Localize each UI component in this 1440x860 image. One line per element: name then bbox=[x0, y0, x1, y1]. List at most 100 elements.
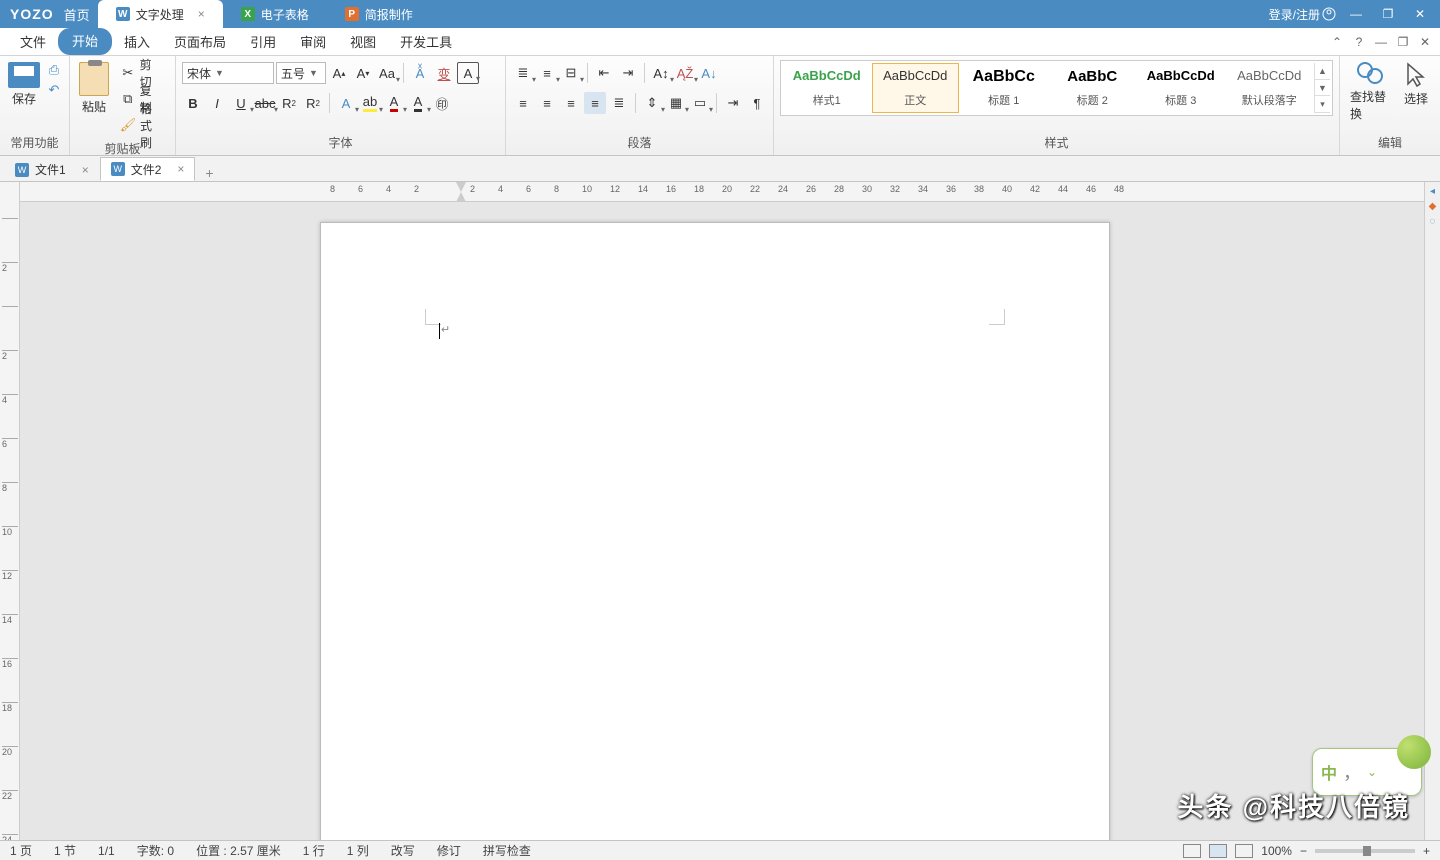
undo-icon[interactable]: ↶ bbox=[46, 82, 62, 98]
style-标题 1[interactable]: AaBbCc标题 1 bbox=[960, 63, 1048, 113]
view-web-layout-button[interactable] bbox=[1209, 844, 1227, 858]
text-direction-button[interactable]: A↕ bbox=[650, 62, 672, 84]
status-page[interactable]: 1 页 bbox=[10, 842, 32, 859]
login-link[interactable]: 登录/注册 bbox=[1269, 6, 1336, 23]
menu-页面布局[interactable]: 页面布局 bbox=[162, 28, 238, 55]
subscript-button[interactable]: R2 bbox=[278, 92, 300, 114]
cut-button[interactable]: ✂剪切 bbox=[116, 62, 167, 84]
font-name-combo[interactable]: 宋体▼ bbox=[182, 62, 274, 84]
align-right-button[interactable]: ≡ bbox=[560, 92, 582, 114]
save-button[interactable]: 保存 bbox=[6, 60, 42, 109]
borders-button[interactable]: ▭ bbox=[689, 92, 711, 114]
doc-tab-文件1[interactable]: W文件1× bbox=[4, 157, 100, 181]
italic-button[interactable]: I bbox=[206, 92, 228, 114]
first-line-indent-marker[interactable] bbox=[456, 182, 466, 192]
justify-button[interactable]: ≡ bbox=[584, 92, 606, 114]
collapse-ribbon-icon[interactable]: ⌃ bbox=[1328, 35, 1346, 49]
close-icon[interactable]: × bbox=[82, 163, 89, 177]
status-section[interactable]: 1 节 bbox=[54, 842, 76, 859]
doc-tab-文件2[interactable]: W文件2× bbox=[100, 157, 196, 181]
quick-print-icon[interactable]: ⎙ bbox=[46, 62, 62, 78]
app-tab-文字处理[interactable]: W文字处理× bbox=[98, 0, 223, 28]
text-effect-button[interactable]: A bbox=[335, 92, 357, 114]
app-tab-电子表格[interactable]: X电子表格 bbox=[223, 0, 327, 28]
inner-restore-icon[interactable]: ❐ bbox=[1394, 35, 1412, 49]
status-page-of[interactable]: 1/1 bbox=[98, 844, 115, 858]
zoom-in-button[interactable]: + bbox=[1423, 844, 1430, 858]
align-left-button[interactable]: ≡ bbox=[512, 92, 534, 114]
status-spell[interactable]: 拼写检查 bbox=[483, 842, 531, 859]
help-icon[interactable]: ? bbox=[1350, 35, 1368, 49]
bold-button[interactable]: B bbox=[182, 92, 204, 114]
close-icon[interactable]: × bbox=[177, 162, 184, 176]
highlight-button[interactable]: ab bbox=[359, 92, 381, 114]
char-border-button[interactable]: A bbox=[457, 62, 479, 84]
maximize-button[interactable]: ❐ bbox=[1376, 4, 1400, 24]
gallery-down-icon[interactable]: ▼ bbox=[1315, 80, 1330, 97]
status-col[interactable]: 1 列 bbox=[347, 842, 369, 859]
panel-option-icon[interactable]: ◌ bbox=[1430, 216, 1436, 227]
horizontal-ruler[interactable]: 8642246810121416182022242628303234363840… bbox=[20, 182, 1424, 202]
style-样式1[interactable]: AaBbCcDd样式1 bbox=[783, 63, 871, 113]
app-tab-简报制作[interactable]: P简报制作 bbox=[327, 0, 431, 28]
menu-开始[interactable]: 开始 bbox=[58, 28, 112, 55]
sort-button[interactable]: ĄŽ bbox=[674, 62, 696, 84]
panel-nav-icon[interactable]: ◆ bbox=[1429, 201, 1437, 212]
phonetic-button[interactable]: 变 bbox=[433, 62, 455, 84]
style-默认段落字[interactable]: AaBbCcDd默认段落字 bbox=[1226, 63, 1314, 113]
shading-button[interactable]: A bbox=[407, 92, 429, 114]
status-words[interactable]: 字数: 0 bbox=[137, 842, 174, 859]
line-spacing-button[interactable]: ⇕ bbox=[641, 92, 663, 114]
page[interactable] bbox=[320, 222, 1110, 840]
underline-button[interactable]: U bbox=[230, 92, 252, 114]
hanging-indent-marker[interactable] bbox=[456, 192, 466, 202]
status-track[interactable]: 修订 bbox=[437, 842, 461, 859]
indent-button[interactable]: ⇥ bbox=[617, 62, 639, 84]
tab-button[interactable]: ⇥ bbox=[722, 92, 744, 114]
new-doc-button[interactable]: + bbox=[195, 165, 223, 181]
style-正文[interactable]: AaBbCcDd正文 bbox=[872, 63, 960, 113]
status-row[interactable]: 1 行 bbox=[303, 842, 325, 859]
distribute-button[interactable]: ≣ bbox=[608, 92, 630, 114]
sort-asc-button[interactable]: A↓ bbox=[698, 62, 720, 84]
para-shading-button[interactable]: ▦ bbox=[665, 92, 687, 114]
inner-close-icon[interactable]: ✕ bbox=[1416, 35, 1434, 49]
menu-引用[interactable]: 引用 bbox=[238, 28, 288, 55]
change-case-button[interactable]: Aa bbox=[376, 62, 398, 84]
font-size-combo[interactable]: 五号▼ bbox=[276, 62, 326, 84]
shrink-font-button[interactable]: A▾ bbox=[352, 62, 374, 84]
style-标题 2[interactable]: AaBbC标题 2 bbox=[1049, 63, 1137, 113]
menu-文件[interactable]: 文件 bbox=[8, 28, 58, 55]
superscript-button[interactable]: R2 bbox=[302, 92, 324, 114]
view-outline-button[interactable] bbox=[1235, 844, 1253, 858]
multilevel-button[interactable]: ⊟ bbox=[560, 62, 582, 84]
font-color-button[interactable]: A bbox=[383, 92, 405, 114]
menu-开发工具[interactable]: 开发工具 bbox=[388, 28, 464, 55]
vertical-ruler[interactable]: 224681012141618202224 bbox=[0, 182, 20, 840]
close-icon[interactable]: × bbox=[198, 7, 205, 21]
bullets-button[interactable]: ≣ bbox=[512, 62, 534, 84]
zoom-slider[interactable] bbox=[1315, 849, 1415, 853]
strike-button[interactable]: abc bbox=[254, 92, 276, 114]
style-标题 3[interactable]: AaBbCcDd标题 3 bbox=[1137, 63, 1225, 113]
panel-collapse-icon[interactable]: ◂ bbox=[1430, 186, 1435, 197]
gallery-up-icon[interactable]: ▲ bbox=[1315, 63, 1330, 80]
status-overwrite[interactable]: 改写 bbox=[391, 842, 415, 859]
show-marks-button[interactable]: ¶ bbox=[746, 92, 768, 114]
menu-审阅[interactable]: 审阅 bbox=[288, 28, 338, 55]
select-button[interactable]: 选择 bbox=[1398, 60, 1434, 109]
menu-视图[interactable]: 视图 bbox=[338, 28, 388, 55]
menu-插入[interactable]: 插入 bbox=[112, 28, 162, 55]
find-replace-button[interactable]: 查找替换 bbox=[1346, 60, 1396, 124]
home-link[interactable]: 首页 bbox=[64, 5, 98, 24]
status-position[interactable]: 位置 : 2.57 厘米 bbox=[196, 842, 281, 859]
grow-font-button[interactable]: A▴ bbox=[328, 62, 350, 84]
numbering-button[interactable]: ≡ bbox=[536, 62, 558, 84]
minimize-button[interactable]: — bbox=[1344, 4, 1368, 24]
outdent-button[interactable]: ⇤ bbox=[593, 62, 615, 84]
format-painter-button[interactable]: 🖌格式刷 bbox=[116, 114, 167, 136]
paste-button[interactable]: 粘贴 bbox=[76, 60, 112, 117]
clear-format-button[interactable]: Aͯ bbox=[409, 62, 431, 84]
align-center-button[interactable]: ≡ bbox=[536, 92, 558, 114]
document-canvas[interactable] bbox=[20, 202, 1424, 840]
